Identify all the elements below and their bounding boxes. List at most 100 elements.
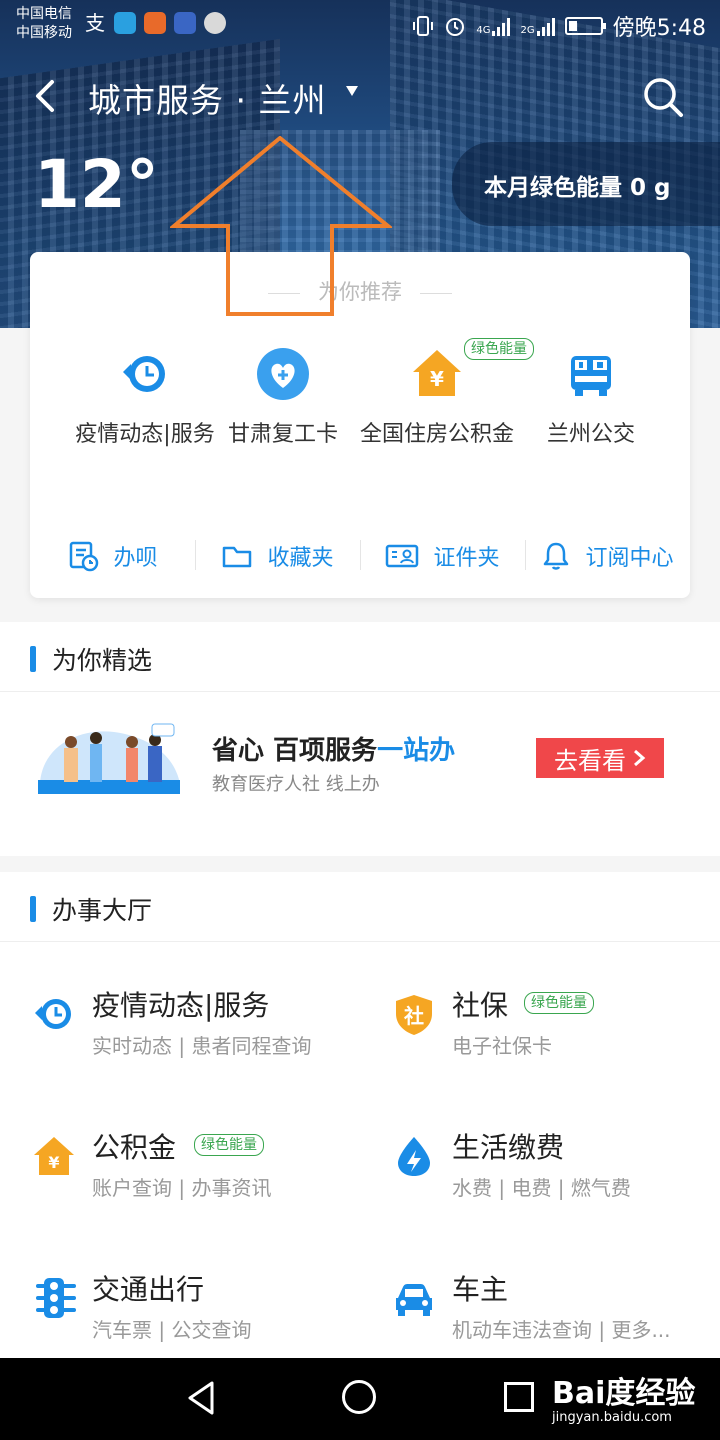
page-title[interactable]: 城市服务 · 兰州	[88, 74, 326, 122]
hall-item-title: 车主	[452, 1273, 509, 1306]
network-type-1: 4G	[476, 25, 491, 36]
svg-text:¥: ¥	[48, 1153, 59, 1172]
shield-she-icon: 社	[396, 995, 432, 1035]
baidu-jingyan-watermark: Bai度经验 jingyan.baidu.com	[552, 1368, 695, 1425]
quick-item-id-folder[interactable]: 证件夹	[360, 536, 525, 576]
go-see-button[interactable]: 去看看	[536, 738, 664, 778]
service-hall-illustration	[38, 723, 180, 794]
carrier-2: 中国移动	[16, 25, 72, 41]
hall-item-subtitle: 电子社保卡	[452, 1034, 552, 1058]
hall-item-subtitle: 水费 | 电费 | 燃气费	[452, 1176, 631, 1200]
status-right: 4G 2G 傍晚5:48	[412, 10, 706, 42]
promo-subtitle: 教育医疗人社 线上办	[212, 774, 380, 795]
battery-icon	[564, 17, 606, 35]
section-header: 办事大厅	[0, 872, 720, 942]
recommend-label: 甘肃复工卡	[227, 422, 338, 447]
go-see-label: 去看看	[554, 746, 626, 775]
quick-item-subscriptions[interactable]: 订阅中心	[525, 536, 690, 576]
city-dropdown-caret-icon[interactable]	[346, 86, 358, 96]
chat-bubble-icon	[204, 12, 226, 34]
car-icon	[396, 1284, 432, 1316]
clock: 傍晚5:48	[612, 16, 706, 41]
service-hall-section: 办事大厅 疫情动态|服务 实时动态 | 患者同程查询 社 社保 绿色能量 电子社…	[0, 872, 720, 1358]
nav-home-icon[interactable]	[342, 1380, 376, 1414]
signal-2g: 2G	[520, 16, 555, 36]
orange-arrow-annotation	[170, 136, 392, 316]
hall-item-utilities[interactable]: 生活缴费 水费 | 电费 | 燃气费	[392, 1126, 720, 1246]
promo-title-highlight: 一站办	[377, 736, 456, 766]
svg-text:社: 社	[403, 1004, 424, 1028]
watermark-url: jingyan.baidu.com	[552, 1410, 672, 1425]
signal-bars-icon	[492, 16, 511, 36]
status-bar: 中国电信 中国移动 支 4G 2G 傍晚5:48	[0, 0, 720, 50]
section-title: 办事大厅	[52, 896, 153, 925]
vibrate-icon	[413, 16, 434, 36]
green-energy-text[interactable]: 本月绿色能量 0 g	[484, 168, 670, 202]
promo-banner[interactable]: 省心 百项服务一站办 教育医疗人社 线上办 去看看	[0, 692, 720, 852]
recommend-label: 疫情动态|服务	[75, 422, 215, 447]
section-header: 为你精选	[0, 622, 720, 692]
quick-label: 收藏夹	[267, 546, 334, 571]
hall-item-subtitle: 机动车违法查询 | 更多...	[452, 1318, 671, 1342]
hall-item-title: 疫情动态|服务	[92, 989, 270, 1022]
hall-item-title: 交通出行	[92, 1273, 205, 1306]
folder-icon	[223, 546, 252, 568]
section-marker	[30, 646, 36, 672]
shield-app-icon	[114, 12, 136, 34]
hall-item-title: 社保	[452, 989, 509, 1022]
house-yuan-icon: ¥	[409, 346, 465, 402]
green-energy-badge: 绿色能量	[524, 992, 594, 1014]
carrier-1: 中国电信	[16, 6, 72, 22]
carrier-text: 中国电信 中国移动	[16, 5, 72, 43]
back-arrow-icon[interactable]	[28, 76, 64, 116]
temperature: 12°	[34, 146, 159, 223]
recommend-label: 全国住房公积金	[360, 422, 515, 447]
bank-app-icon	[174, 12, 196, 34]
bell-icon	[544, 542, 569, 570]
alarm-icon	[446, 18, 465, 36]
nav-recents-icon[interactable]	[504, 1382, 534, 1412]
quick-label: 证件夹	[433, 546, 500, 571]
hall-item-epidemic[interactable]: 疫情动态|服务 实时动态 | 患者同程查询	[32, 984, 362, 1104]
quick-actions: 办呗 收藏夹 证件夹 订阅中心	[30, 536, 690, 576]
water-bolt-icon	[398, 1137, 430, 1176]
hall-item-subtitle: 汽车票 | 公交查询	[92, 1318, 252, 1342]
signal-4g: 4G	[476, 16, 511, 36]
epidemic-clock-icon	[117, 346, 173, 402]
quick-label: 办呗	[113, 546, 158, 571]
recommend-item-epidemic[interactable]: 疫情动态|服务	[68, 346, 222, 452]
nav-back-icon[interactable]	[186, 1380, 216, 1416]
system-nav-bar: Bai度经验 jingyan.baidu.com	[0, 1358, 720, 1440]
recommend-item-work-card[interactable]: 甘肃复工卡	[206, 346, 360, 452]
search-icon[interactable]	[640, 74, 686, 120]
quick-item-banbei[interactable]: 办呗	[30, 536, 195, 576]
watermark-logo: Bai度经验	[552, 1376, 696, 1411]
promo-title-main: 省心 百项服务	[212, 736, 378, 766]
hall-item-title: 公积金	[92, 1131, 177, 1164]
hall-item-social-security[interactable]: 社 社保 绿色能量 电子社保卡	[392, 984, 720, 1104]
section-title: 为你精选	[52, 646, 153, 675]
quick-item-favorites[interactable]: 收藏夹	[195, 536, 360, 576]
recommend-item-bus[interactable]: 兰州公交	[514, 346, 668, 452]
featured-section: 为你精选 省心 百项服务一站办 教育医疗人社 线上办 去看看	[0, 622, 720, 856]
hall-item-subtitle: 实时动态 | 患者同程查询	[92, 1034, 312, 1058]
network-type-2: 2G	[520, 25, 535, 36]
quick-label: 订阅中心	[585, 546, 674, 571]
svg-text:¥: ¥	[430, 367, 444, 391]
bus-qr-icon	[563, 346, 619, 402]
house-yuan-icon: ¥	[34, 1137, 74, 1175]
epidemic-clock-icon	[35, 999, 71, 1029]
heart-plus-icon	[255, 346, 311, 402]
recommend-label: 兰州公交	[546, 422, 635, 447]
section-marker	[30, 896, 36, 922]
promo-title: 省心 百项服务一站办	[212, 730, 455, 767]
notification-icons: 支	[84, 12, 226, 34]
signal-bars-icon	[536, 16, 555, 36]
chevron-right-icon	[634, 749, 646, 767]
id-card-icon	[386, 544, 419, 568]
browser-app-icon	[144, 12, 166, 34]
hall-item-housing-fund[interactable]: ¥ 公积金 绿色能量 账户查询 | 办事资讯	[32, 1126, 362, 1246]
green-energy-badge: 绿色能量	[194, 1134, 264, 1156]
recommend-item-housing-fund[interactable]: ¥ 全国住房公积金	[360, 346, 514, 452]
hall-item-subtitle: 账户查询 | 办事资讯	[92, 1176, 272, 1200]
